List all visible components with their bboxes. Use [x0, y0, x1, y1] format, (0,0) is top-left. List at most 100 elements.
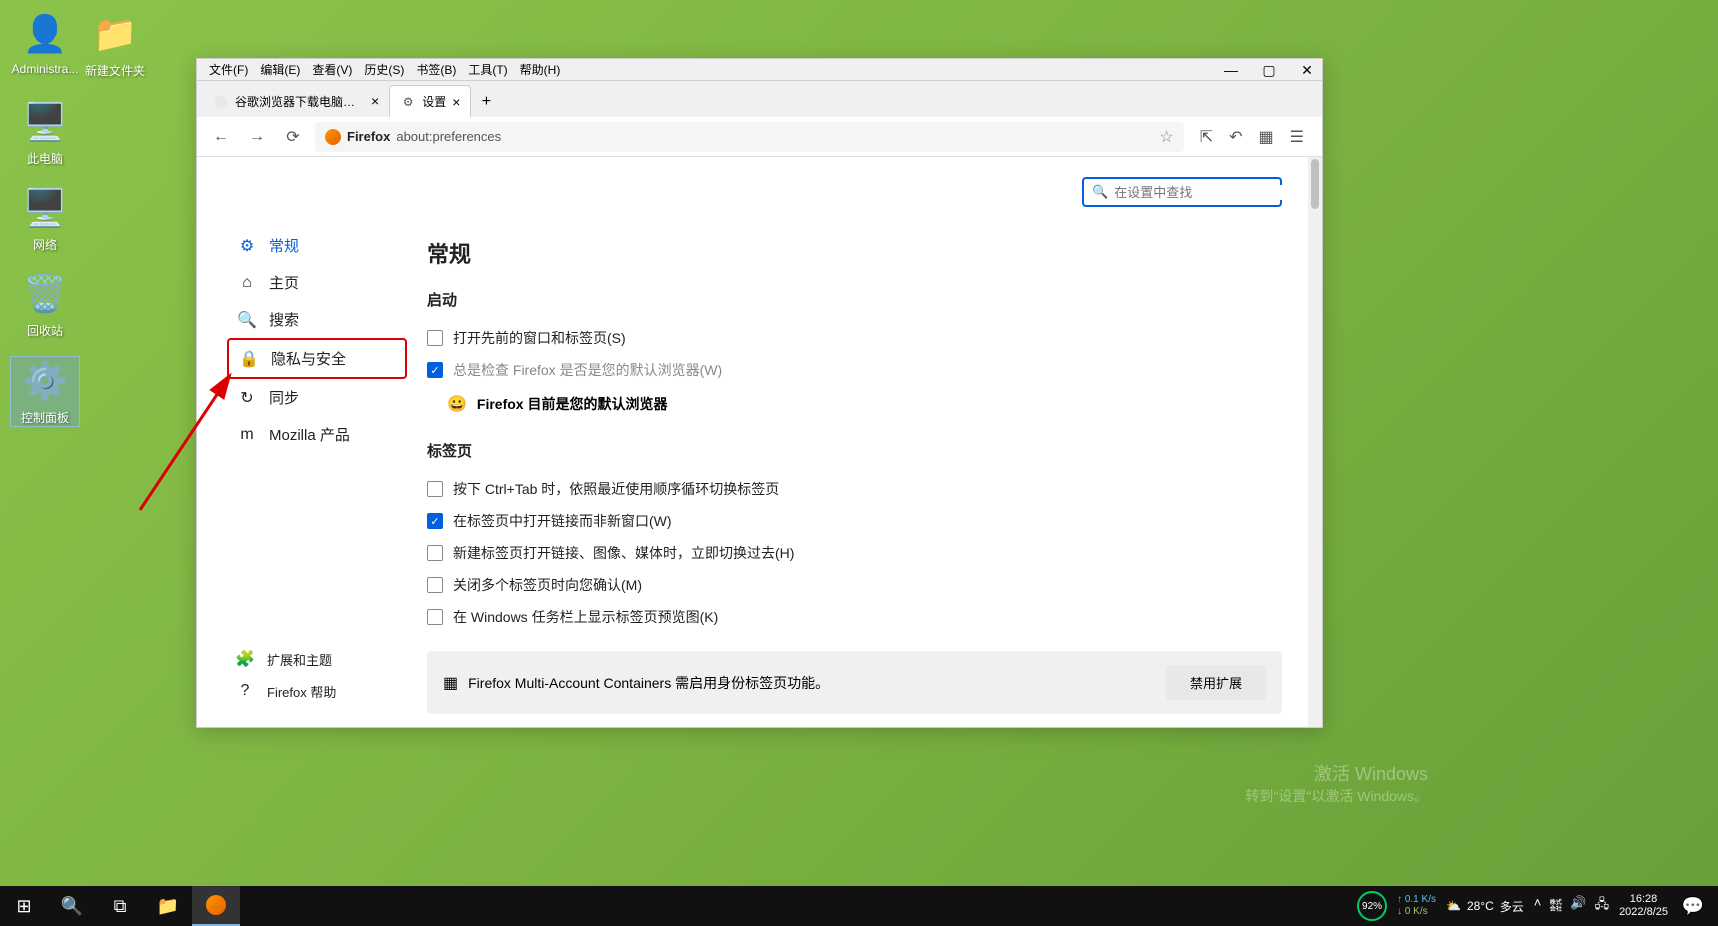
tray-up-icon[interactable]: ˄ — [1534, 895, 1542, 917]
firefox-window: 文件(F)编辑(E)查看(V)历史(S)书签(B)工具(T)帮助(H) — ▢ … — [196, 58, 1323, 728]
windows-activation-watermark: 激活 Windows 转到"设置"以激活 Windows。 — [1245, 760, 1428, 806]
checkbox-unchecked[interactable] — [427, 330, 443, 346]
containers-banner: ▦ Firefox Multi-Account Containers 需启用身份… — [427, 651, 1282, 714]
sidebar-item-同步[interactable]: ↻ 同步 — [227, 379, 407, 416]
tab-close-icon[interactable]: × — [452, 94, 460, 110]
hamburger-menu-icon[interactable]: ☰ — [1290, 127, 1304, 147]
sidebar-icon: ↻ — [237, 388, 257, 408]
task-view-button[interactable]: ⧉ — [96, 886, 144, 926]
battery-indicator[interactable]: 92% — [1357, 891, 1387, 921]
sidebar-label: 同步 — [269, 387, 299, 408]
reload-button[interactable]: ⟳ — [279, 123, 307, 151]
notifications-button[interactable]: 💬 — [1678, 886, 1708, 926]
checkbox-checked[interactable]: ✓ — [427, 362, 443, 378]
disable-extension-button[interactable]: 禁用扩展 — [1166, 665, 1266, 700]
menu-工具(T)[interactable]: 工具(T) — [462, 61, 513, 78]
network-icon[interactable]: 🖧 — [1595, 895, 1610, 917]
search-button[interactable]: 🔍 — [48, 886, 96, 926]
sidebar-label: 搜索 — [269, 309, 299, 330]
settings-page: ⚙常规⌂主页🔍搜索🔒隐私与安全↻同步mMozilla 产品 🧩扩展和主题?Fir… — [197, 157, 1322, 727]
firefox-logo-icon — [325, 129, 341, 145]
new-tab-button[interactable]: + — [471, 87, 501, 117]
tab[interactable]: ⬤谷歌浏览器下载电脑版_谷歌浏...× — [203, 85, 389, 117]
extension-icon[interactable]: ⇱ — [1200, 127, 1213, 147]
menu-查看(V)[interactable]: 查看(V) — [306, 61, 358, 78]
minimize-button[interactable]: — — [1222, 61, 1240, 79]
volume-icon[interactable]: 🔊 — [1570, 895, 1586, 917]
desktop-icon-控制面板[interactable]: ⚙️控制面板 — [10, 356, 80, 427]
default-browser-check-option[interactable]: ✓ 总是检查 Firefox 是否是您的默认浏览器(W) — [427, 354, 1282, 386]
sidebar-label: 主页 — [269, 272, 299, 293]
toolbar: ← → ⟳ Firefox about:preferences ☆ ⇱ ↶ ▦ … — [197, 117, 1322, 157]
scrollbar[interactable] — [1308, 157, 1322, 727]
page-title: 常规 — [427, 237, 1282, 269]
weather-icon: ⛅ — [1446, 899, 1461, 913]
checkbox-unchecked[interactable] — [427, 577, 443, 593]
taskbar: ⊞ 🔍 ⧉ 📁 92% ↑ 0.1 K/s ↓ 0 K/s ⛅ 28°C 多云 … — [0, 886, 1718, 926]
maximize-button[interactable]: ▢ — [1260, 61, 1278, 79]
sidebar-label: Firefox 帮助 — [267, 682, 336, 701]
desktop-icon-新建文件夹[interactable]: 📁新建文件夹 — [80, 10, 150, 79]
menu-文件(F)[interactable]: 文件(F) — [203, 61, 254, 78]
file-explorer-button[interactable]: 📁 — [144, 886, 192, 926]
start-button[interactable]: ⊞ — [0, 886, 48, 926]
sidebar-item-Mozilla 产品[interactable]: m Mozilla 产品 — [227, 416, 407, 453]
desktop-icon-此电脑[interactable]: 🖥️此电脑 — [10, 98, 80, 167]
sidebar-item-常规[interactable]: ⚙常规 — [227, 227, 407, 264]
open-links-tabs-option[interactable]: ✓ 在标签页中打开链接而非新窗口(W) — [427, 505, 1282, 537]
forward-button[interactable]: → — [243, 123, 271, 151]
ime-icon[interactable]: ㍿ — [1549, 895, 1562, 917]
settings-search[interactable]: 🔍 — [1082, 177, 1282, 207]
apps-icon[interactable]: ▦ — [1259, 127, 1274, 147]
ctrl-tab-option[interactable]: 按下 Ctrl+Tab 时，依照最近使用顺序循环切换标签页 — [427, 473, 1282, 505]
sidebar-item-搜索[interactable]: 🔍搜索 — [227, 301, 407, 338]
menu-帮助(H)[interactable]: 帮助(H) — [514, 61, 567, 78]
menu-编辑(E)[interactable]: 编辑(E) — [254, 61, 306, 78]
firefox-taskbar-button[interactable] — [192, 886, 240, 926]
tabs-heading: 标签页 — [427, 440, 1282, 461]
system-tray[interactable]: ˄ ㍿ 🔊 🖧 — [1534, 895, 1609, 917]
sidebar-icon: ⚙ — [237, 236, 257, 256]
menu-书签(B)[interactable]: 书签(B) — [410, 61, 462, 78]
tab-icon: ⬤ — [213, 93, 229, 109]
network-stats[interactable]: ↑ 0.1 K/s ↓ 0 K/s — [1397, 894, 1436, 918]
close-button[interactable]: ✕ — [1298, 61, 1316, 79]
sidebar-item-主页[interactable]: ⌂ 主页 — [227, 264, 407, 301]
tab-icon: ⚙ — [400, 94, 416, 110]
search-icon: 🔍 — [1092, 184, 1108, 200]
desktop-glyph: 🖥️ — [21, 98, 69, 146]
sidebar-label: Mozilla 产品 — [269, 424, 350, 445]
sidebar-item-扩展和主题[interactable]: 🧩扩展和主题 — [227, 643, 344, 675]
settings-search-input[interactable] — [1114, 185, 1290, 200]
container-icon: ▦ — [443, 673, 458, 693]
tab-close-icon[interactable]: × — [371, 93, 379, 109]
url-bar[interactable]: Firefox about:preferences ☆ — [315, 122, 1184, 152]
switch-new-tab-option[interactable]: 新建标签页打开链接、图像、媒体时，立即切换过去(H) — [427, 537, 1282, 569]
desktop-icon-网络[interactable]: 🖥️网络 — [10, 184, 80, 253]
restore-session-option[interactable]: 打开先前的窗口和标签页(S) — [427, 322, 1282, 354]
tab[interactable]: ⚙ 设置 × — [389, 85, 471, 117]
desktop-icon-回收站[interactable]: 🗑️回收站 — [10, 270, 80, 339]
startup-heading: 启动 — [427, 289, 1282, 310]
desktop-glyph: 🗑️ — [21, 270, 69, 318]
weather-widget[interactable]: ⛅ 28°C 多云 — [1446, 898, 1524, 915]
desktop-glyph: 👤 — [21, 10, 69, 58]
checkbox-unchecked[interactable] — [427, 481, 443, 497]
menu-历史(S)[interactable]: 历史(S) — [358, 61, 410, 78]
sidebar-item-Firefox 帮助[interactable]: ?Firefox 帮助 — [227, 675, 344, 707]
sidebar-icon: ⌂ — [237, 273, 257, 293]
sidebar-item-隐私与安全[interactable]: 🔒隐私与安全 — [227, 338, 407, 379]
taskbar-preview-option[interactable]: 在 Windows 任务栏上显示标签页预览图(K) — [427, 601, 1282, 633]
clock[interactable]: 16:28 2022/8/25 — [1619, 893, 1668, 919]
desktop-icon-Administra...[interactable]: 👤Administra... — [10, 10, 80, 76]
undo-icon[interactable]: ↶ — [1229, 127, 1242, 147]
checkbox-unchecked[interactable] — [427, 609, 443, 625]
checkbox-unchecked[interactable] — [427, 545, 443, 561]
bookmark-star-icon[interactable]: ☆ — [1159, 127, 1173, 147]
sidebar-icon: m — [237, 425, 257, 445]
sidebar-icon: 🧩 — [235, 649, 255, 669]
back-button[interactable]: ← — [207, 123, 235, 151]
checkbox-checked[interactable]: ✓ — [427, 513, 443, 529]
confirm-close-tabs-option[interactable]: 关闭多个标签页时向您确认(M) — [427, 569, 1282, 601]
tab-title: 设置 — [422, 93, 446, 110]
